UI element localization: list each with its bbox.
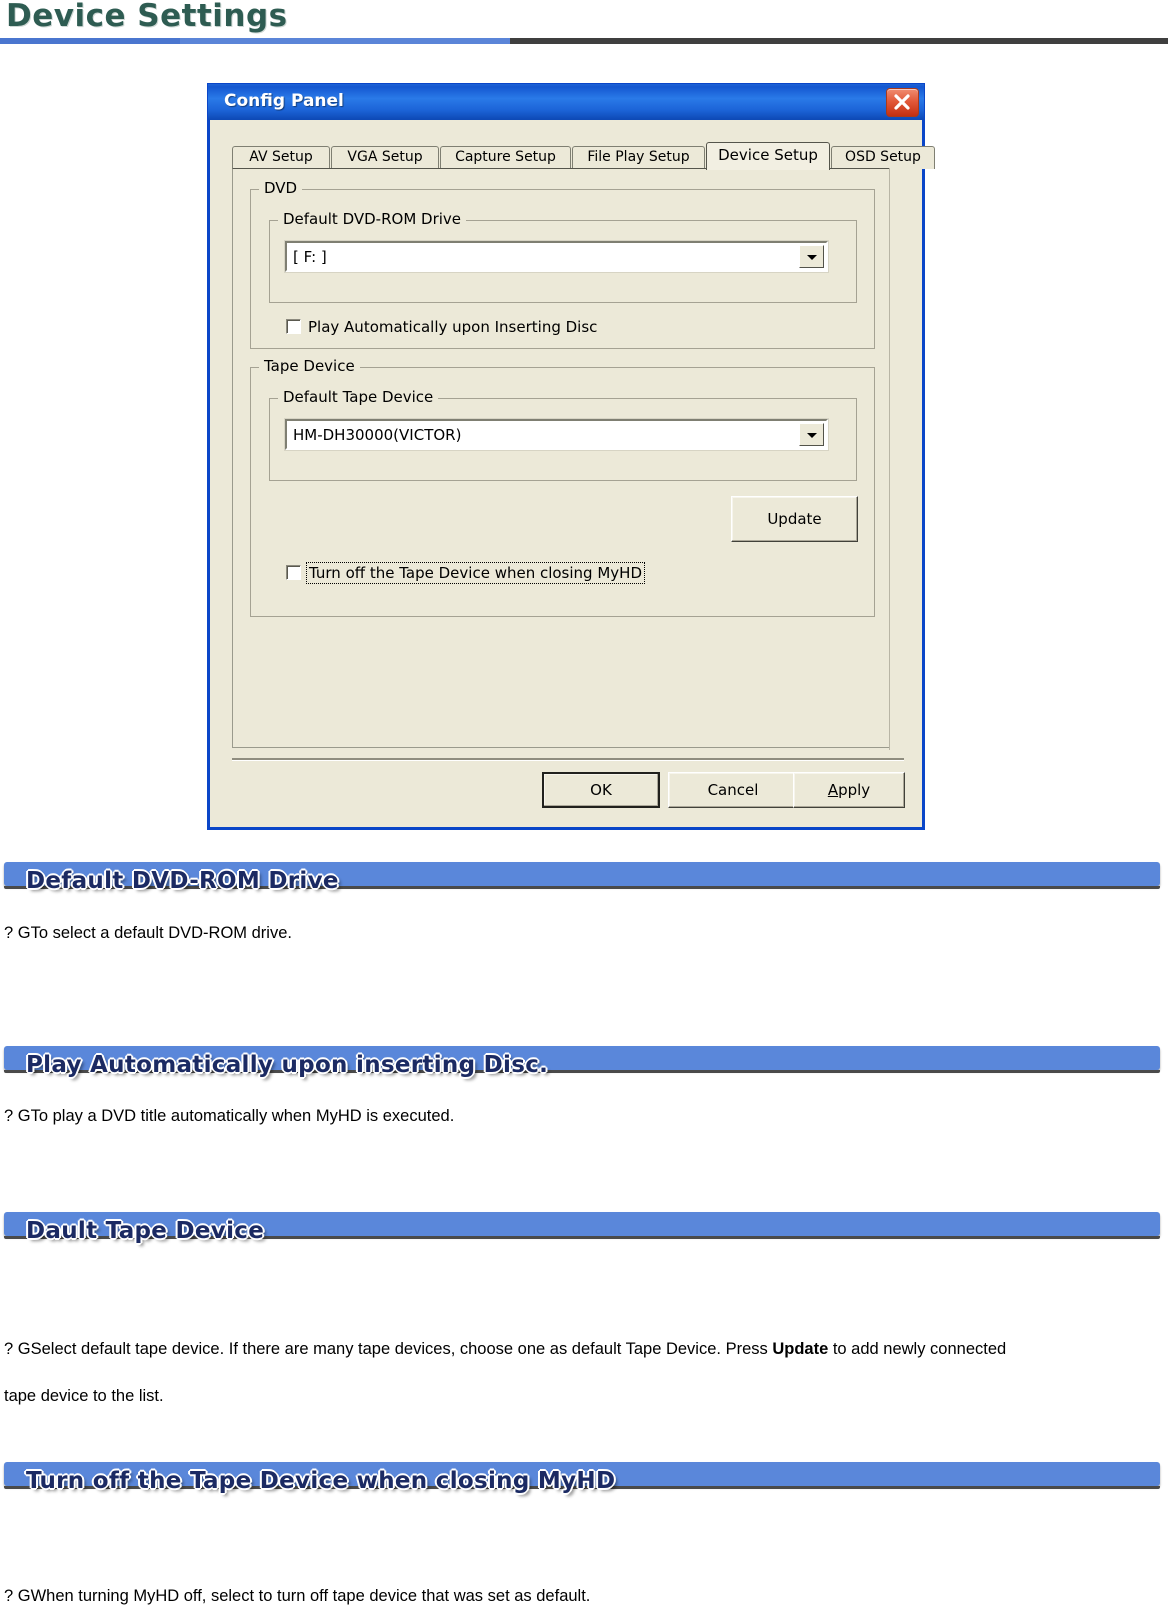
tape-device-value: HM-DH30000(VICTOR) xyxy=(293,425,462,444)
bullet-marker: ? G xyxy=(4,1340,31,1358)
checkbox-turn-off-tape-device-label: Turn off the Tape Device when closing My… xyxy=(306,562,645,584)
tab-vga-setup[interactable]: VGA Setup xyxy=(331,146,439,169)
config-panel-dialog: Config Panel AV Setup VGA Setup Capture … xyxy=(207,83,935,830)
section-heading: Dault Tape Device xyxy=(26,1218,265,1244)
dvd-drive-combobox[interactable]: [ F: ] xyxy=(284,240,829,273)
page-header: Device Settings xyxy=(0,0,1168,52)
group-dvd-legend: DVD xyxy=(259,179,303,197)
close-icon[interactable] xyxy=(886,88,919,117)
group-default-tape-device-legend: Default Tape Device xyxy=(278,388,439,406)
group-tape-device-legend: Tape Device xyxy=(259,357,360,375)
group-default-dvd-rom-drive: Default DVD-ROM Drive [ F: ] xyxy=(269,210,857,303)
section-body-text: To play a DVD title automatically when M… xyxy=(30,1107,455,1125)
cancel-button[interactable]: Cancel xyxy=(668,772,798,808)
page-header-rule-accent xyxy=(0,38,510,44)
checkbox-box[interactable] xyxy=(286,565,301,580)
tab-strip: AV Setup VGA Setup Capture Setup File Pl… xyxy=(232,142,935,170)
chevron-down-icon[interactable] xyxy=(799,245,824,268)
bullet-marker: ? G xyxy=(4,924,31,942)
page-title: Device Settings xyxy=(6,0,288,34)
checkbox-play-automatically-label: Play Automatically upon Inserting Disc xyxy=(308,318,598,336)
ok-button[interactable]: OK xyxy=(542,772,660,808)
update-button[interactable]: Update xyxy=(731,496,858,542)
dvd-drive-value: [ F: ] xyxy=(293,247,327,266)
dialog-titlebar: Config Panel xyxy=(207,83,925,120)
section-body-1: ? GTo select a default DVD-ROM drive. xyxy=(4,922,1164,944)
section-heading: Default DVD-ROM Drive xyxy=(26,868,339,894)
tab-av-setup[interactable]: AV Setup xyxy=(232,146,330,169)
section-banner-play-automatically: Play Automatically upon inserting Disc. xyxy=(0,1046,1168,1078)
dialog-title: Config Panel xyxy=(224,91,344,111)
section-body-text-part1: Select default tape device. If there are… xyxy=(30,1340,773,1358)
section-banner-dault-tape-device: Dault Tape Device xyxy=(0,1212,1168,1244)
section-body-text-part2: to add newly connected xyxy=(828,1340,1007,1358)
section-banner-turn-off-tape-device: Turn off the Tape Device when closing My… xyxy=(0,1462,1168,1494)
section-heading: Turn off the Tape Device when closing My… xyxy=(26,1468,616,1494)
section-body-2: ? GTo play a DVD title automatically whe… xyxy=(4,1105,1164,1127)
chevron-down-icon[interactable] xyxy=(799,423,824,446)
dialog-separator xyxy=(232,758,904,761)
section-heading: Play Automatically upon inserting Disc. xyxy=(26,1052,549,1078)
section-banner-default-dvd-rom-drive: Default DVD-ROM Drive xyxy=(0,862,1168,894)
section-body-3-line1: ? GSelect default tape device. If there … xyxy=(4,1338,1164,1360)
group-tape-device: Tape Device Default Tape Device HM-DH300… xyxy=(250,357,875,617)
tab-file-play-setup[interactable]: File Play Setup xyxy=(572,146,705,169)
apply-button[interactable]: Apply xyxy=(793,772,905,808)
apply-button-mnemonic: A xyxy=(827,781,839,799)
group-default-dvd-rom-drive-legend: Default DVD-ROM Drive xyxy=(278,210,467,228)
tab-device-setup[interactable]: Device Setup xyxy=(706,142,830,170)
bullet-marker: ? G xyxy=(4,1107,31,1125)
group-default-tape-device: Default Tape Device HM-DH30000(VICTOR) xyxy=(269,388,857,481)
section-body-text: To select a default DVD-ROM drive. xyxy=(30,924,292,942)
tab-page-scroll-rail[interactable] xyxy=(889,168,902,750)
tab-capture-setup[interactable]: Capture Setup xyxy=(440,146,571,169)
section-body-4: ? GWhen turning MyHD off, select to turn… xyxy=(4,1585,1164,1607)
group-dvd: DVD Default DVD-ROM Drive [ F: ] Play Au… xyxy=(250,179,875,349)
section-body-text: When turning MyHD off, select to turn of… xyxy=(30,1587,591,1605)
tab-osd-setup[interactable]: OSD Setup xyxy=(831,146,935,169)
checkbox-box[interactable] xyxy=(286,319,301,334)
tab-page-device-setup: DVD Default DVD-ROM Drive [ F: ] Play Au… xyxy=(232,168,902,750)
tape-device-combobox[interactable]: HM-DH30000(VICTOR) xyxy=(284,418,829,451)
section-body-text-bold: Update xyxy=(772,1340,829,1358)
bullet-marker: ? G xyxy=(4,1587,31,1605)
apply-button-label: pply xyxy=(838,781,871,799)
section-body-3-line2: tape device to the list. xyxy=(4,1387,164,1405)
